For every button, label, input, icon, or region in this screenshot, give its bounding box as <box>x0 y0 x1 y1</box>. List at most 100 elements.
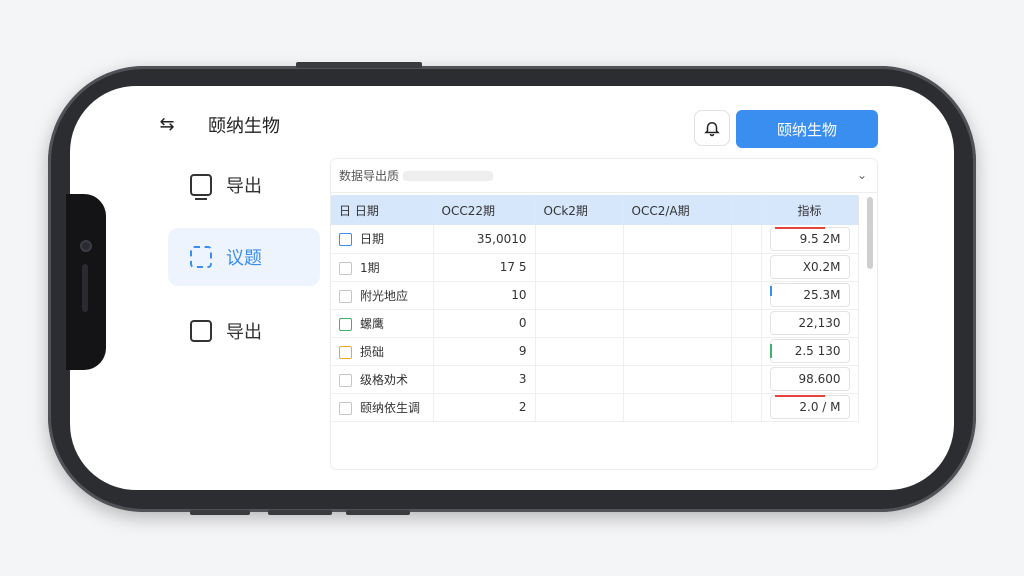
column-header[interactable]: OCC22期 <box>433 195 536 225</box>
phone-side-button <box>190 510 250 515</box>
table-cell: 35,0010 <box>433 225 536 254</box>
table-cell <box>623 393 732 422</box>
row-label: 损础 <box>360 344 385 359</box>
table-cell <box>731 281 762 310</box>
table-cell: 2 <box>433 393 536 422</box>
row-label: 螺鹰 <box>360 316 385 331</box>
table-row[interactable]: 螺鹰 0 22,130 <box>331 309 859 338</box>
row-label: 级格劝术 <box>360 372 409 387</box>
column-header[interactable]: OCC2/A期 <box>623 195 732 225</box>
table-cell <box>623 281 732 310</box>
table-cell <box>731 253 762 282</box>
document-check-icon <box>190 246 212 268</box>
indicator-value: 98.600 <box>769 367 850 391</box>
table-cell: 9 <box>433 337 536 366</box>
dropdown-label: 数据导出质 <box>339 169 400 183</box>
data-table: 日 日期 OCC22期 OCk2期 OCC2/A期 指标 日期 35,0010 9.… <box>331 195 859 422</box>
row-label-cell: 级格劝术 <box>331 365 434 394</box>
table-cell <box>623 337 732 366</box>
phone-side-button <box>268 510 332 515</box>
indicator-value: 9.5 2M <box>769 226 850 251</box>
indicator-cell: 2.5 130 <box>761 337 859 366</box>
table-header-row: 日 日期 OCC22期 OCk2期 OCC2/A期 指标 <box>331 195 859 225</box>
table-cell <box>731 393 762 422</box>
table-cell <box>535 393 624 422</box>
row-label-cell: 损础 <box>331 337 434 366</box>
table-cell <box>535 225 624 254</box>
indicator-cell: 25.3M <box>761 281 859 310</box>
row-label: 日期 <box>360 232 385 247</box>
table-row[interactable]: 附光地应 10 25.3M <box>331 281 859 310</box>
table-cell <box>731 225 762 254</box>
sidebar-item-topic[interactable]: 议题 <box>168 228 320 286</box>
indicator-value: X0.2M <box>769 255 850 279</box>
table-cell <box>623 253 732 282</box>
table-cell <box>535 253 624 282</box>
camera-lens <box>80 240 92 252</box>
bell-icon <box>704 122 720 137</box>
page-title: 颐纳生物 <box>208 116 280 137</box>
column-header[interactable]: OCk2期 <box>535 195 624 225</box>
table-cell: 17 5 <box>433 253 536 282</box>
row-checkbox[interactable] <box>339 317 352 331</box>
checkbox-icon <box>190 320 212 342</box>
row-label-cell: 附光地应 <box>331 281 434 310</box>
speaker-grille <box>82 264 88 312</box>
table-cell <box>623 309 732 338</box>
data-panel: 数据导出质 ⌄ 日 日期 OCC22期 OCk2期 OCC2/A期 指标 日期 3… <box>330 158 878 470</box>
row-label-cell: 日期 <box>331 225 434 254</box>
dropdown-placeholder-bar <box>403 170 494 181</box>
table-cell: 0 <box>433 309 536 338</box>
table-cell <box>623 225 732 254</box>
indicator-cell: 22,130 <box>761 309 859 338</box>
table-cell <box>623 365 732 394</box>
column-header[interactable]: 日 日期 <box>331 195 434 225</box>
sidebar-item-label: 导出 <box>226 176 262 197</box>
table-row[interactable]: 损础 9 2.5 130 <box>331 337 859 366</box>
back-icon[interactable]: ⇆ <box>156 114 178 136</box>
notification-button[interactable] <box>694 110 730 146</box>
indicator-cell: X0.2M <box>761 253 859 282</box>
row-checkbox[interactable] <box>339 261 352 275</box>
table-cell <box>535 281 624 310</box>
row-label-cell: 1期 <box>331 253 434 282</box>
export-dropdown[interactable]: 数据导出质 ⌄ <box>331 159 877 193</box>
column-header[interactable] <box>731 195 762 225</box>
sidebar-item-label: 议题 <box>226 248 262 269</box>
row-checkbox[interactable] <box>339 289 352 303</box>
table-cell <box>731 365 762 394</box>
indicator-value: 25.3M <box>769 283 850 307</box>
row-checkbox[interactable] <box>339 373 352 387</box>
table-row[interactable]: 级格劝术 3 98.600 <box>331 365 859 394</box>
indicator-cell: 2.0 / M <box>761 393 859 422</box>
table-cell <box>535 309 624 338</box>
table-cell <box>731 337 762 366</box>
table-cell <box>731 309 762 338</box>
row-label-cell: 螺鹰 <box>331 309 434 338</box>
indicator-cell: 9.5 2M <box>761 225 859 254</box>
row-checkbox[interactable] <box>339 233 352 247</box>
column-header[interactable]: 指标 <box>761 195 859 225</box>
table-row[interactable]: 1期 17 5 X0.2M <box>331 253 859 282</box>
scrollbar[interactable] <box>867 197 873 269</box>
table-row[interactable]: 日期 35,0010 9.5 2M <box>331 225 859 254</box>
row-checkbox[interactable] <box>339 345 352 359</box>
sidebar-item-export[interactable]: 导出 <box>168 156 320 214</box>
row-label: 1期 <box>360 260 380 275</box>
indicator-value: 2.5 130 <box>769 339 850 363</box>
row-label-cell: 颐纳依生调 <box>331 393 434 422</box>
table-cell: 10 <box>433 281 536 310</box>
chevron-down-icon: ⌄ <box>856 168 867 182</box>
phone-side-button <box>346 510 410 515</box>
sidebar-item-label: 导出 <box>226 322 262 343</box>
monitor-icon <box>190 174 212 200</box>
indicator-value: 22,130 <box>769 311 850 335</box>
sidebar-item-export-2[interactable]: 导出 <box>168 302 320 360</box>
table-row[interactable]: 颐纳依生调 2 2.0 / M <box>331 393 859 422</box>
indicator-cell: 98.600 <box>761 365 859 394</box>
row-checkbox[interactable] <box>339 401 352 415</box>
table-cell <box>535 365 624 394</box>
row-label: 附光地应 <box>360 288 409 303</box>
primary-action-button[interactable]: 颐纳生物 <box>736 110 878 148</box>
indicator-value: 2.0 / M <box>769 395 850 419</box>
